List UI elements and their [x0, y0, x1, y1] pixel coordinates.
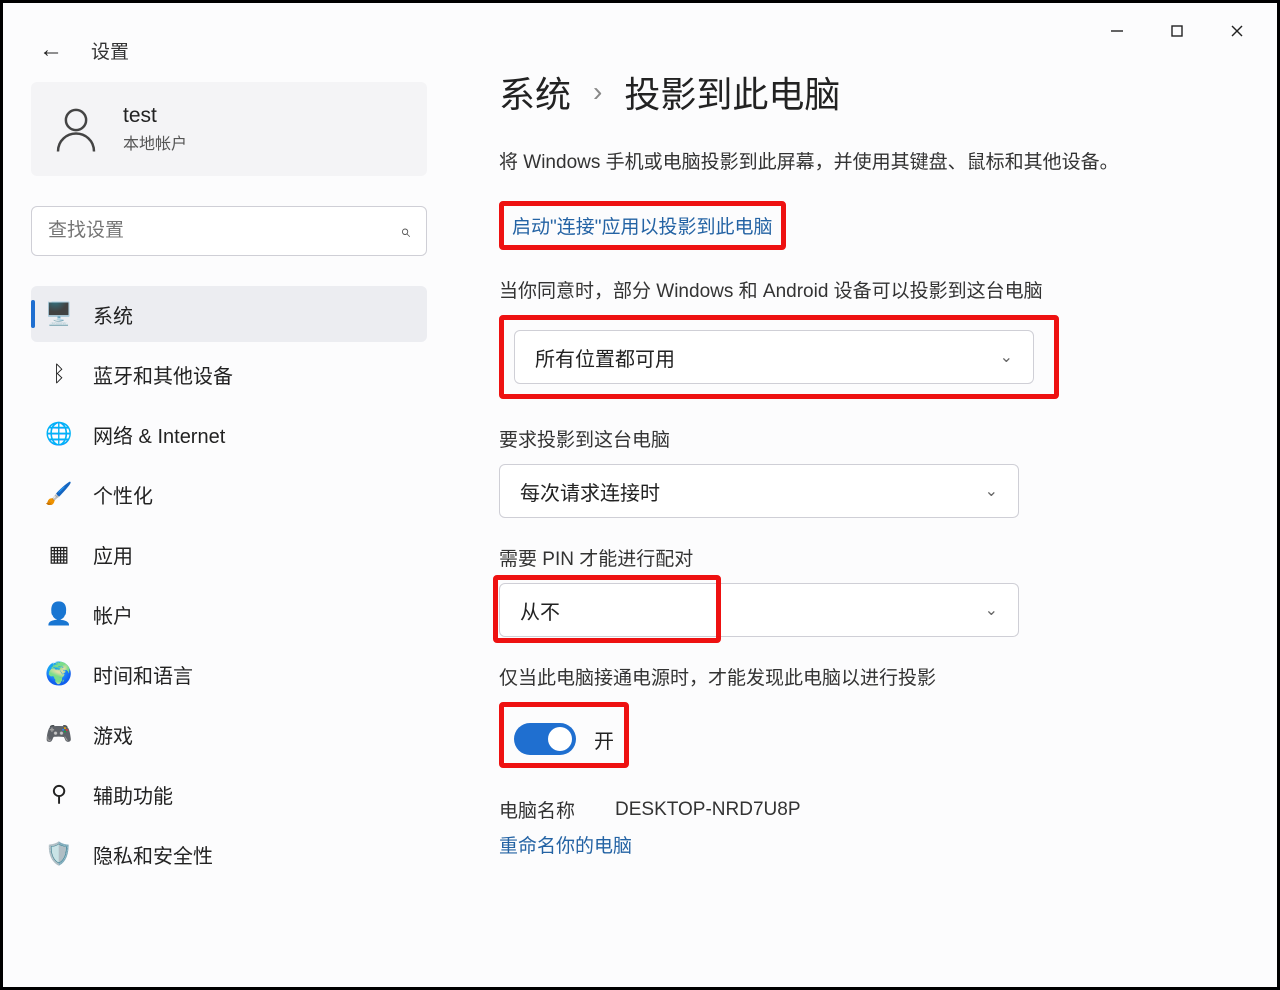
toggle-knob [548, 727, 572, 751]
sidebar-item-label: 游戏 [93, 720, 133, 749]
account-name: test [123, 104, 187, 128]
chevron-down-icon: ⌄ [985, 481, 998, 501]
settings-window: ← 设置 test 本地帐户 ⌕ 🖥️ 系统 ᛒ 蓝牙和其他设备 🌐 网络 & Inter… [0, 0, 1280, 990]
maximize-button[interactable] [1147, 8, 1207, 53]
close-button[interactable] [1207, 8, 1267, 53]
pc-name-label: 电脑名称 [499, 796, 575, 823]
sidebar-item-privacy[interactable]: 🛡️ 隐私和安全性 [31, 826, 427, 882]
sidebar-item-personalization[interactable]: 🖌️ 个性化 [31, 466, 427, 522]
person-icon: 👤 [45, 600, 73, 628]
sidebar-item-label: 隐私和安全性 [93, 840, 213, 869]
sidebar-item-label: 系统 [93, 300, 133, 329]
breadcrumb-root[interactable]: 系统 [499, 66, 571, 118]
sidebar-item-label: 帐户 [93, 600, 133, 629]
sidebar-item-gaming[interactable]: 🎮 游戏 [31, 706, 427, 762]
content-area: 系统 › 投影到此电脑 将 Windows 手机或电脑投影到此屏幕，并使用其键盘… [443, 64, 1277, 978]
bluetooth-icon: ᛒ [45, 360, 73, 388]
account-card[interactable]: test 本地帐户 [31, 82, 427, 176]
nav-list: 🖥️ 系统 ᛒ 蓝牙和其他设备 🌐 网络 & Internet 🖌️ 个性化 ▦ 应用 👤 帐户 🌍 时间… [31, 286, 427, 882]
pin-label: 需要 PIN 才能进行配对 [499, 544, 1237, 571]
system-icon: 🖥️ [45, 300, 73, 328]
wifi-icon: 🌐 [45, 420, 73, 448]
chevron-down-icon: ⌄ [985, 600, 998, 620]
sidebar-item-label: 个性化 [93, 480, 153, 509]
globe-icon: 🌍 [45, 660, 73, 688]
minimize-button[interactable] [1087, 8, 1147, 53]
search-icon: ⌕ [400, 221, 410, 242]
window-title: 设置 [91, 37, 129, 64]
toggle-state-label: 开 [594, 725, 614, 754]
avatar-icon [49, 102, 103, 156]
highlight-consent-dropdown: 所有位置都可用 ⌄ [499, 315, 1059, 399]
gamepad-icon: 🎮 [45, 720, 73, 748]
sidebar-item-label: 时间和语言 [93, 660, 193, 689]
consent-value: 所有位置都可用 [535, 343, 675, 372]
sidebar-item-bluetooth[interactable]: ᛒ 蓝牙和其他设备 [31, 346, 427, 402]
pin-dropdown[interactable]: 从不 ⌄ [499, 583, 1019, 637]
search-box[interactable]: ⌕ [31, 206, 427, 256]
chevron-right-icon: › [593, 76, 602, 108]
pin-value: 从不 [520, 596, 560, 625]
pc-name-value: DESKTOP-NRD7U8P [615, 799, 800, 821]
page-description: 将 Windows 手机或电脑投影到此屏幕，并使用其键盘、鼠标和其他设备。 [499, 148, 1179, 177]
breadcrumb: 系统 › 投影到此电脑 [499, 66, 1237, 118]
account-type: 本地帐户 [123, 130, 187, 154]
shield-icon: 🛡️ [45, 840, 73, 868]
consent-label: 当你同意时，部分 Windows 和 Android 设备可以投影到这台电脑 [499, 276, 1237, 303]
breadcrumb-page: 投影到此电脑 [624, 66, 840, 118]
sidebar-item-label: 网络 & Internet [93, 420, 225, 449]
power-toggle[interactable] [514, 723, 576, 755]
search-input[interactable] [48, 220, 400, 242]
sidebar-item-label: 应用 [93, 540, 133, 569]
sidebar: test 本地帐户 ⌕ 🖥️ 系统 ᛒ 蓝牙和其他设备 🌐 网络 & Internet 🖌️… [3, 64, 443, 978]
back-button[interactable]: ← [39, 36, 63, 64]
sidebar-item-label: 辅助功能 [93, 780, 173, 809]
sidebar-item-network[interactable]: 🌐 网络 & Internet [31, 406, 427, 462]
sidebar-item-system[interactable]: 🖥️ 系统 [31, 286, 427, 342]
ask-label: 要求投影到这台电脑 [499, 425, 1237, 452]
header: ← 设置 [3, 36, 1277, 64]
pc-name-row: 电脑名称 DESKTOP-NRD7U8P [499, 796, 1237, 823]
apps-icon: ▦ [45, 540, 73, 568]
rename-pc-link[interactable]: 重命名你的电脑 [499, 831, 1237, 858]
consent-dropdown[interactable]: 所有位置都可用 ⌄ [514, 330, 1034, 384]
sidebar-item-label: 蓝牙和其他设备 [93, 360, 233, 389]
ask-dropdown[interactable]: 每次请求连接时 ⌄ [499, 464, 1019, 518]
highlight-power-toggle: 开 [499, 702, 629, 768]
chevron-down-icon: ⌄ [1000, 347, 1013, 367]
sidebar-item-accounts[interactable]: 👤 帐户 [31, 586, 427, 642]
sidebar-item-timelang[interactable]: 🌍 时间和语言 [31, 646, 427, 702]
sidebar-item-apps[interactable]: ▦ 应用 [31, 526, 427, 582]
highlight-launch-link: 启动"连接"应用以投影到此电脑 [499, 201, 786, 250]
ask-value: 每次请求连接时 [520, 477, 660, 506]
power-label: 仅当此电脑接通电源时，才能发现此电脑以进行投影 [499, 663, 1237, 690]
brush-icon: 🖌️ [45, 480, 73, 508]
launch-connect-link[interactable]: 启动"连接"应用以投影到此电脑 [512, 217, 773, 238]
sidebar-item-accessibility[interactable]: ⚲ 辅助功能 [31, 766, 427, 822]
accessibility-icon: ⚲ [45, 780, 73, 808]
